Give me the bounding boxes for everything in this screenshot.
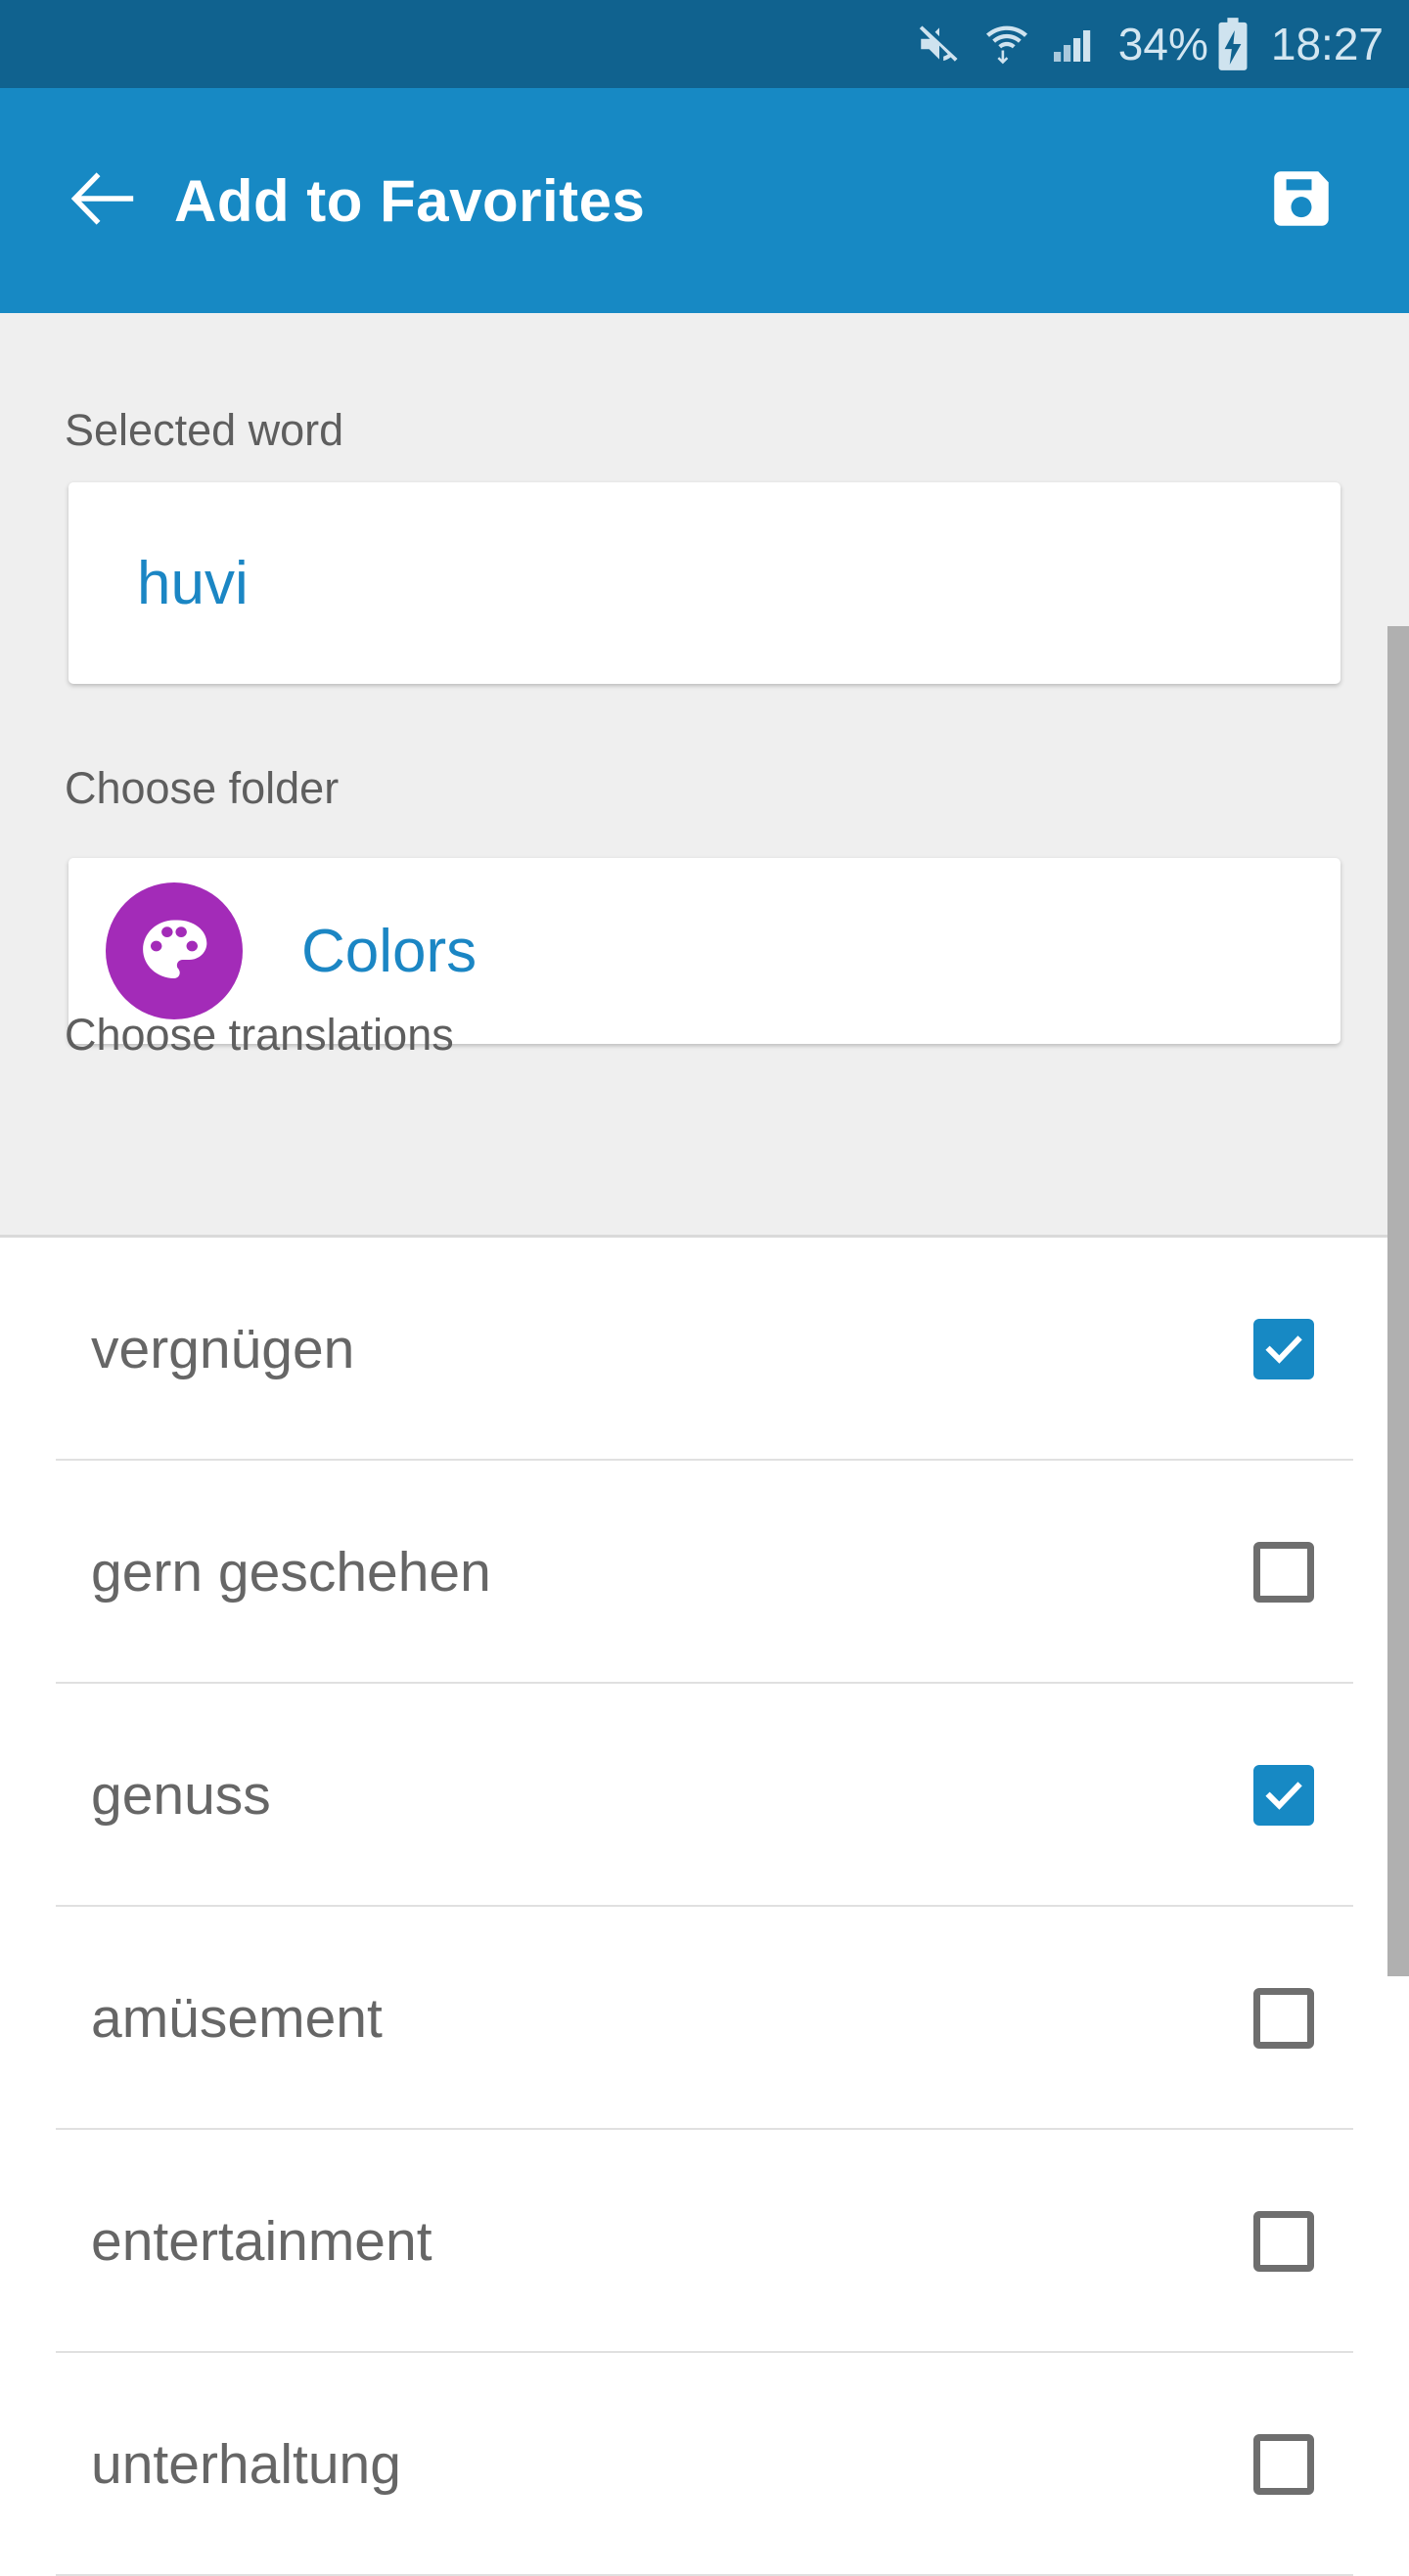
translation-label: vergnügen (91, 1318, 355, 1380)
translations-list: vergnügen gern geschehen genuss amüsement en… (0, 1238, 1409, 2576)
selected-word-value: huvi (137, 549, 249, 617)
translation-label: entertainment (91, 2210, 432, 2273)
scrollbar-thumb[interactable] (1387, 626, 1409, 1976)
battery-percent-text: 34% (1117, 19, 1208, 69)
selected-word-label: Selected word (65, 405, 344, 455)
choose-translations-label: Choose translations (65, 1010, 454, 1060)
selected-word-field[interactable]: huvi (68, 482, 1341, 684)
translation-label: gern geschehen (91, 1541, 491, 1604)
translation-checkbox[interactable] (1253, 2211, 1314, 2272)
status-bar: 34% 18:27 (0, 0, 1409, 88)
form-content-area: Selected word huvi Choose folder Colors … (0, 313, 1409, 1238)
translation-row[interactable]: entertainment (0, 2130, 1409, 2353)
translation-checkbox[interactable] (1253, 1988, 1314, 2049)
mute-icon (915, 20, 964, 68)
translation-checkbox[interactable] (1253, 1319, 1314, 1379)
folder-name: Colors (301, 917, 477, 985)
translation-row[interactable]: genuss (0, 1684, 1409, 1907)
translation-label: amüsement (91, 1987, 383, 2050)
save-button[interactable] (1252, 152, 1350, 249)
palette-icon (106, 882, 243, 1019)
page-title: Add to Favorites (174, 167, 646, 234)
scrollbar-track[interactable] (1387, 313, 1409, 2505)
translation-label: genuss (91, 1764, 271, 1827)
translation-row[interactable]: unterhaltung (0, 2353, 1409, 2576)
battery-charging-icon (1216, 17, 1250, 71)
back-arrow-icon (66, 161, 140, 241)
translation-checkbox[interactable] (1253, 2434, 1314, 2495)
save-floppy-icon (1265, 162, 1338, 240)
app-bar: Add to Favorites (0, 88, 1409, 313)
translation-row[interactable]: amüsement (0, 1907, 1409, 2130)
translation-checkbox[interactable] (1253, 1542, 1314, 1603)
translation-checkbox[interactable] (1253, 1765, 1314, 1826)
translation-label: unterhaltung (91, 2433, 401, 2496)
back-button[interactable] (49, 161, 157, 241)
wifi-transfer-icon (981, 19, 1032, 69)
translation-row[interactable]: gern geschehen (0, 1461, 1409, 1684)
clock-text: 18:27 (1270, 19, 1384, 69)
choose-folder-label: Choose folder (65, 763, 340, 813)
cellular-signal-icon (1050, 21, 1097, 68)
translation-row[interactable]: vergnügen (0, 1238, 1409, 1461)
